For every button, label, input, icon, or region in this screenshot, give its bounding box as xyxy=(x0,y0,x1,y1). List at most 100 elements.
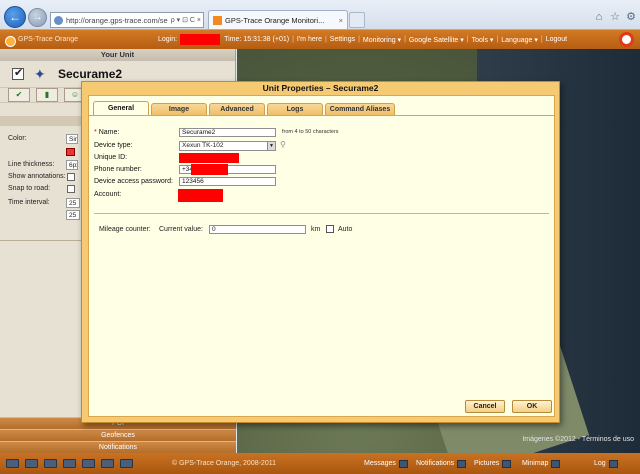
favorites-star-icon[interactable]: ☆ xyxy=(608,10,622,24)
pictures-icon xyxy=(502,459,512,468)
notifications-label: Notifications xyxy=(416,460,455,467)
auto-checkbox[interactable] xyxy=(326,225,334,233)
notifications-button[interactable]: Notifications xyxy=(416,459,467,468)
time-value: 15:31:38 (+01) xyxy=(243,36,290,43)
time-interval-start[interactable]: 25 M xyxy=(66,198,80,208)
tab-title: GPS-Trace Orange Monitori... xyxy=(225,15,325,25)
truck-icon[interactable] xyxy=(25,459,38,468)
pictures-button[interactable]: Pictures xyxy=(474,459,512,468)
color-swatch[interactable] xyxy=(66,148,75,156)
status-bar: © GPS-Trace Orange, 2008-2011 Messages N… xyxy=(0,453,640,474)
device-type-label: Device type: xyxy=(94,142,133,149)
name-input[interactable]: Securame2 xyxy=(179,128,276,137)
nav-map-type[interactable]: Google Satellite ▾ xyxy=(409,36,464,44)
browser-tab[interactable]: GPS-Trace Orange Monitori... × xyxy=(208,10,348,29)
line-thickness-select[interactable]: 6px xyxy=(66,160,78,170)
track-tool-button[interactable]: ▮ xyxy=(36,88,58,102)
line-thickness-label: Line thickness: xyxy=(8,161,55,168)
time-interval-label: Time interval: xyxy=(8,199,50,206)
dialog-title: Unit Properties – Securame2 xyxy=(262,83,379,93)
tab-underline xyxy=(89,115,554,116)
name-hint: from 4 to 50 characters xyxy=(282,129,339,135)
address-controls[interactable]: ρ ▾ ⊡ C × xyxy=(169,16,203,24)
forward-button[interactable]: → xyxy=(28,8,47,27)
truck-icon[interactable] xyxy=(82,459,95,468)
mileage-input[interactable]: 0 xyxy=(209,225,306,234)
color-select[interactable]: Sin xyxy=(66,134,78,144)
favicon-icon xyxy=(213,15,222,25)
snap-to-road-label: Snap to road: xyxy=(8,185,51,192)
geofences-panel-tab[interactable]: Geofences xyxy=(0,429,236,441)
time-interval-end[interactable]: 25 M xyxy=(66,210,80,220)
messages-icon xyxy=(398,459,408,468)
browser-chrome: ← → http://orange.gps-trace.com/se ρ ▾ ⊡… xyxy=(0,0,640,30)
log-button[interactable]: Log xyxy=(594,459,618,468)
nav-monitoring[interactable]: Monitoring ▾ xyxy=(363,36,401,44)
pictures-label: Pictures xyxy=(474,460,500,467)
chevron-down-icon: ▼ xyxy=(267,142,275,150)
tab-general[interactable]: General xyxy=(93,101,149,116)
truck-icon[interactable] xyxy=(120,459,133,468)
color-label: Color: xyxy=(8,135,27,142)
nav-settings[interactable]: Settings xyxy=(330,36,355,43)
unit-name: Securame2 xyxy=(58,67,123,81)
back-arrow-icon: ← xyxy=(9,10,21,24)
site-icon xyxy=(54,15,63,25)
show-annotations-label: Show annotations: xyxy=(8,173,66,180)
unit-vehicle-icon: ✦ xyxy=(34,66,46,82)
ok-button[interactable]: OK xyxy=(512,400,552,413)
nav-im-here[interactable]: I'm here xyxy=(297,36,322,43)
show-annotations-checkbox[interactable] xyxy=(67,173,75,181)
minimap-label: Minimap xyxy=(522,460,549,467)
address-text: http://orange.gps-trace.com/se xyxy=(66,15,168,25)
current-value-label: Current value: xyxy=(159,226,203,233)
cancel-button[interactable]: Cancel xyxy=(465,400,505,413)
nav-tools[interactable]: Tools ▾ xyxy=(472,36,494,44)
copyright-text: © GPS-Trace Orange, 2008-2011 xyxy=(172,460,276,467)
map-credit: Imágenes ©2012 - Términos de uso xyxy=(522,436,634,443)
log-label: Log xyxy=(594,460,606,467)
orange-logo-icon xyxy=(619,32,634,47)
km-unit-label: km xyxy=(311,226,321,233)
truck-icon[interactable] xyxy=(63,459,76,468)
link-icon[interactable]: ⚲ xyxy=(280,140,290,150)
notifications-icon xyxy=(457,459,467,468)
gear-icon[interactable]: ⚙ xyxy=(624,10,638,24)
phone-redacted xyxy=(191,164,228,175)
messages-button[interactable]: Messages xyxy=(364,459,408,468)
truck-icon[interactable] xyxy=(6,459,19,468)
snap-to-road-checkbox[interactable] xyxy=(67,185,75,193)
tab-close-icon[interactable]: × xyxy=(339,16,347,25)
name-field-label: * Name: xyxy=(94,129,120,136)
account-redacted[interactable] xyxy=(178,189,223,202)
unit-panel-title: Your Unit xyxy=(0,49,235,61)
unit-visible-checkbox[interactable] xyxy=(12,66,24,80)
unique-id-label: Unique ID: xyxy=(94,154,128,161)
nav-language[interactable]: Language ▾ xyxy=(501,36,538,44)
nav-logout[interactable]: Logout xyxy=(546,36,567,43)
mileage-counter-label: Mileage counter: xyxy=(99,226,151,233)
redacted-login xyxy=(180,34,221,45)
dialog-tabs: General Image Advanced Logs Command Alia… xyxy=(93,101,397,116)
dialog-body: General Image Advanced Logs Command Alia… xyxy=(88,95,555,417)
back-button[interactable]: ← xyxy=(4,6,26,28)
unique-id-input-redacted[interactable] xyxy=(179,153,239,163)
time-label: Time: xyxy=(224,36,242,43)
password-input[interactable]: 123456 xyxy=(179,177,276,186)
new-tab-button[interactable] xyxy=(349,12,365,28)
address-bar[interactable]: http://orange.gps-trace.com/se ρ ▾ ⊡ C × xyxy=(50,12,204,28)
log-icon xyxy=(608,459,618,468)
device-type-select[interactable]: Xexun TK-102 ▼ xyxy=(179,141,276,151)
password-label: Device access password: xyxy=(94,178,173,185)
device-type-value: Xexun TK-102 xyxy=(182,142,224,149)
truck-icon[interactable] xyxy=(101,459,114,468)
notifications-panel-tab[interactable]: Notifications xyxy=(0,441,236,453)
forward-arrow-icon: → xyxy=(32,12,43,23)
app-top-bar: GPS-Trace Orange Login: Time: 15:31:38 (… xyxy=(0,30,640,49)
home-icon[interactable]: ⌂ xyxy=(592,10,606,24)
truck-icon[interactable] xyxy=(44,459,57,468)
minimap-button[interactable]: Minimap xyxy=(522,459,561,468)
select-tool-button[interactable]: ✔ xyxy=(8,88,30,102)
brand-logo[interactable]: GPS-Trace Orange xyxy=(0,36,120,47)
unit-properties-dialog: Unit Properties – Securame2 General Imag… xyxy=(81,81,560,423)
